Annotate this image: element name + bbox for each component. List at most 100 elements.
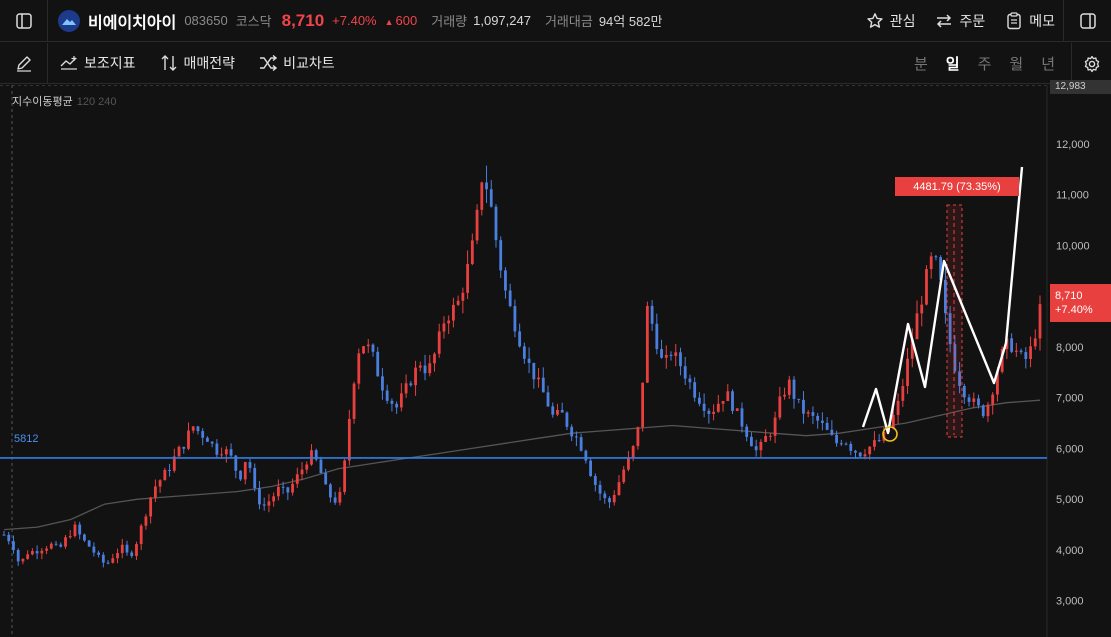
- period-year-tab[interactable]: 년: [1041, 53, 1055, 74]
- candle-body: [792, 379, 796, 399]
- candle-body: [839, 443, 843, 445]
- candle-body: [674, 352, 678, 356]
- volume-label: 거래량: [431, 14, 468, 29]
- candle-body: [697, 397, 701, 404]
- y-axis-ticks: 12,00011,00010,0009,0008,0007,0006,0005,…: [1056, 139, 1090, 608]
- candle-body: [915, 313, 919, 340]
- candle-body: [518, 331, 522, 347]
- candle-body: [158, 480, 162, 487]
- candle-body: [811, 412, 815, 416]
- candle-body: [556, 409, 559, 415]
- indicators-label: 보조지표: [84, 55, 136, 71]
- moving-average-legend[interactable]: 지수이동평균 120 240: [12, 93, 117, 109]
- candle-body: [461, 292, 465, 301]
- header-actions: 관심 주문 메모: [866, 0, 1055, 42]
- candle-body: [707, 410, 711, 414]
- stock-header-bar: 비에이치아이 083650 코스닥 8,710 +7.40% ▲ 600 거래량 …: [0, 0, 1111, 42]
- panel-toggle-left-button[interactable]: [0, 0, 48, 42]
- candle-body: [295, 474, 299, 484]
- candle-body: [603, 493, 607, 499]
- period-day-tab[interactable]: 일: [946, 53, 960, 74]
- candle-body: [456, 300, 460, 305]
- y-axis-top-price: 12,983: [1050, 80, 1111, 94]
- candle-body: [627, 457, 630, 470]
- period-minute-tab[interactable]: 분: [914, 53, 928, 74]
- y-axis-tick-label: 8,000: [1056, 342, 1084, 354]
- panel-toggle-right-button[interactable]: [1063, 0, 1111, 42]
- draw-tool-button[interactable]: [0, 42, 48, 84]
- candle-body: [962, 385, 966, 398]
- candle-body: [54, 543, 58, 545]
- period-selector: 분 일 주 월 년: [914, 43, 1055, 84]
- candle-body: [45, 548, 48, 551]
- candle-body: [631, 446, 635, 458]
- candle-body: [281, 486, 285, 488]
- candle-body: [168, 469, 171, 471]
- trading-strategy-label: 매매전략: [183, 55, 236, 71]
- order-button[interactable]: 주문: [935, 11, 985, 31]
- ma-title: 지수이동평균: [12, 96, 73, 108]
- compare-chart-label: 비교차트: [283, 55, 335, 71]
- candle-body: [778, 396, 782, 418]
- chart-settings-button[interactable]: [1071, 43, 1111, 84]
- candle-body: [40, 550, 44, 554]
- compare-chart-button[interactable]: 비교차트: [259, 53, 335, 73]
- shuffle-icon: [260, 55, 278, 71]
- volume-value: 1,097,247: [473, 13, 531, 28]
- strategy-arrows-icon: [161, 55, 177, 71]
- candle-body: [570, 426, 574, 437]
- y-axis-tick-label: 12,000: [1056, 139, 1090, 151]
- candle-body: [442, 323, 446, 332]
- candle-body: [537, 377, 540, 380]
- candle-body: [835, 434, 838, 444]
- sidebar-panel-icon: [1079, 13, 1096, 29]
- candle-body: [319, 459, 323, 474]
- candle-body: [660, 349, 663, 358]
- y-axis-tick-label: 10,000: [1056, 240, 1090, 252]
- candle-body: [390, 400, 394, 404]
- candle-body: [210, 441, 214, 444]
- candle-body: [68, 536, 72, 538]
- stock-name[interactable]: 비에이치아이: [88, 9, 176, 33]
- change-amount: ▲ 600: [385, 13, 418, 28]
- candle-body: [395, 403, 399, 408]
- y-axis-tick-label: 5,000: [1056, 494, 1084, 506]
- candle-body: [433, 353, 436, 364]
- candle-body: [688, 378, 692, 383]
- candle-body: [816, 415, 820, 421]
- change-amount-value: 600: [395, 13, 418, 28]
- current-price-tag: 8,710 +7.40%: [1050, 284, 1111, 322]
- candle-body: [300, 469, 304, 475]
- candle-body: [499, 240, 503, 271]
- candle-body: [49, 543, 53, 549]
- candle-body: [414, 367, 417, 386]
- candle-body: [981, 405, 985, 417]
- memo-button[interactable]: 메모: [1005, 11, 1055, 31]
- watchlist-button[interactable]: 관심: [866, 11, 915, 31]
- candle-body: [116, 553, 119, 559]
- candle-body: [333, 497, 337, 503]
- candle-body: [243, 462, 247, 480]
- candle-body: [64, 537, 67, 547]
- period-month-tab[interactable]: 월: [1009, 53, 1023, 74]
- candle-body: [664, 354, 668, 358]
- candle-body: [163, 469, 167, 481]
- change-percent: +7.40%: [332, 13, 377, 28]
- period-week-tab[interactable]: 주: [978, 53, 992, 74]
- candle-body: [59, 544, 63, 547]
- price-chart[interactable]: 12,00011,00010,0009,0008,0007,0006,0005,…: [0, 85, 1111, 637]
- candle-body: [991, 394, 995, 405]
- candle-body: [1033, 338, 1037, 347]
- candle-body: [934, 256, 938, 258]
- swap-arrows-icon: [937, 14, 952, 28]
- trading-strategy-button[interactable]: 매매전략: [160, 53, 236, 73]
- candle-body: [21, 558, 25, 562]
- candle-body: [943, 279, 947, 314]
- candle-body: [508, 290, 512, 307]
- measure-result-badge: 4481.79 (73.35%): [895, 177, 1019, 196]
- candle-body: [541, 377, 545, 393]
- candle-body: [338, 491, 342, 503]
- candle-body: [735, 408, 739, 411]
- y-axis-tick-label: 6,000: [1056, 443, 1084, 455]
- indicators-button[interactable]: 보조지표: [60, 53, 136, 73]
